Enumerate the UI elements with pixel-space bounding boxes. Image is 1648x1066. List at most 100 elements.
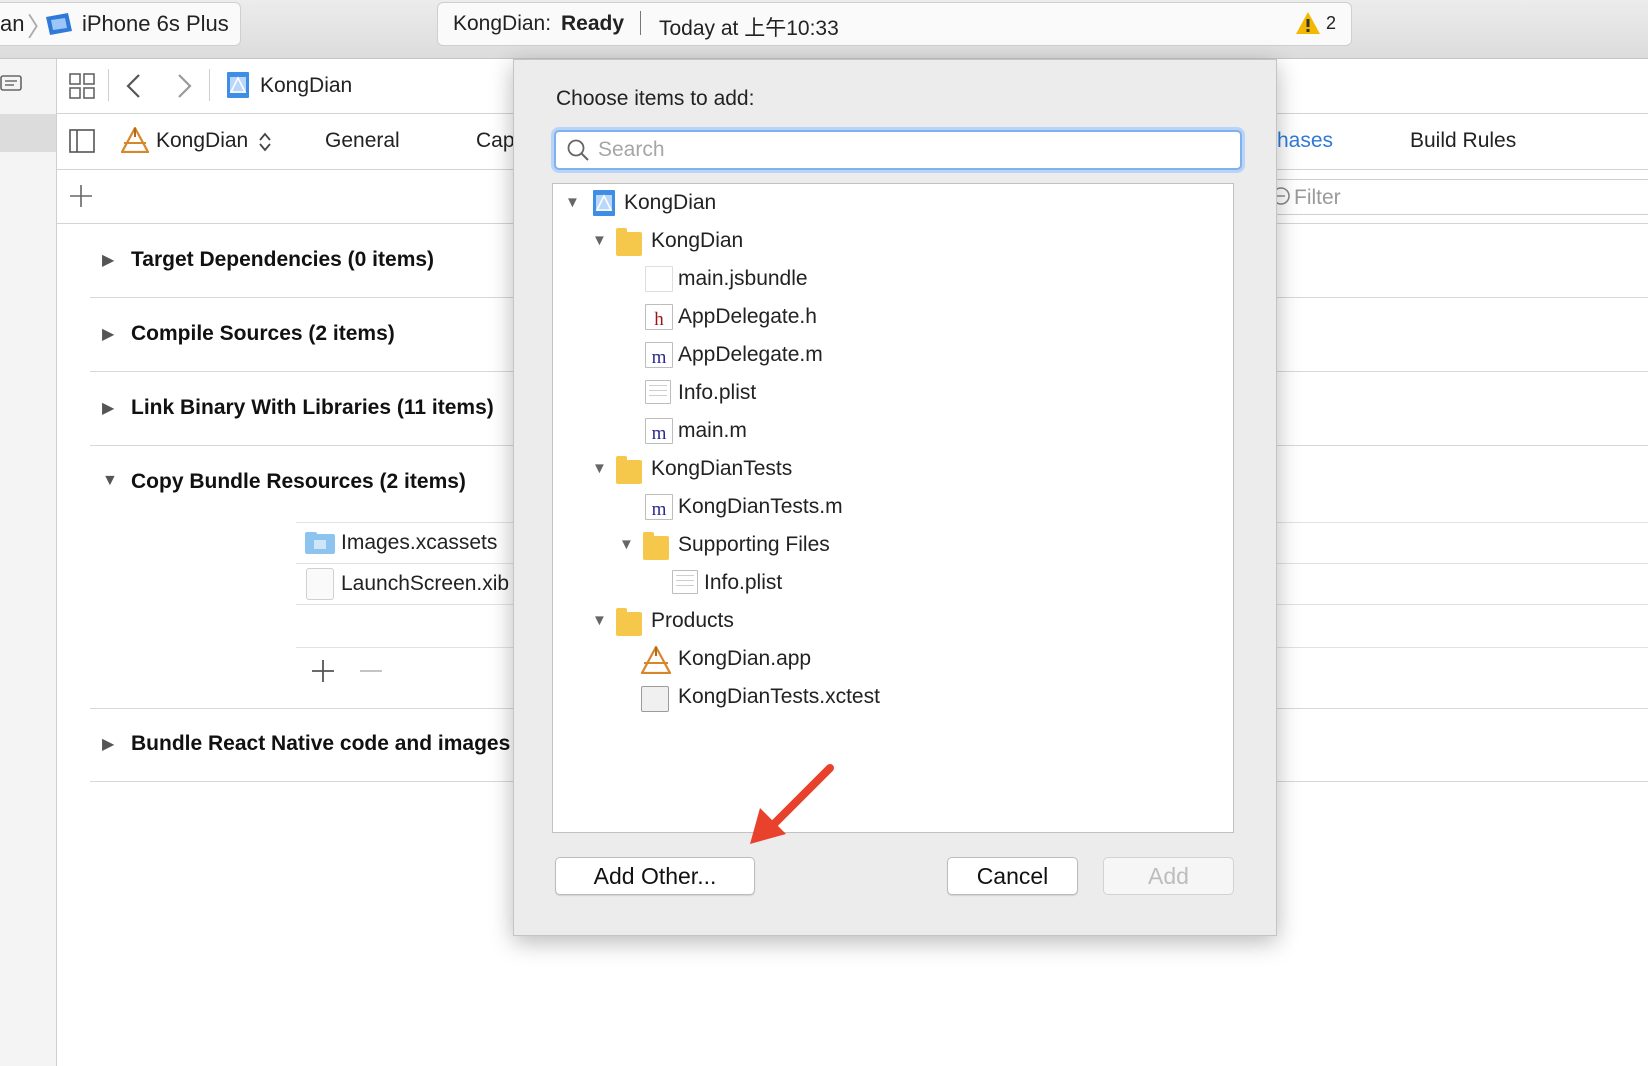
tree-node-file[interactable]: m KongDianTests.m [553,490,1231,526]
disclosure-right-icon[interactable]: ▶ [102,734,114,754]
tree-node-file[interactable]: KongDian.app [553,642,1231,678]
tree-label: KongDianTests [651,457,793,480]
search-icon [566,138,590,167]
implementation-file-icon: m [645,494,673,520]
warning-count[interactable]: 2 [1326,13,1336,34]
disclosure-right-icon[interactable]: ▶ [102,324,114,344]
cancel-button[interactable]: Cancel [947,857,1078,895]
window-toolbar: an 〉 iPhone 6s Plus KongDian: Ready Toda… [0,0,1648,59]
tree-label: KongDian [651,229,744,252]
remove-resource-minus-icon[interactable] [359,659,383,688]
status-state: Ready [561,12,625,35]
jump-bar-project[interactable]: KongDian [260,74,352,98]
xib-icon [306,568,334,600]
issue-comment-icon[interactable] [0,73,24,102]
add-button[interactable]: Add [1103,857,1234,895]
navigator-selection [0,114,56,152]
device-name: iPhone 6s Plus [82,11,229,36]
status-time: Today at 上午10:33 [659,17,839,40]
red-arrow-annotation [746,760,846,855]
app-target-icon [120,125,150,159]
disclosure-down-icon[interactable]: ▼ [619,536,634,553]
tree-node-group[interactable]: ▼ KongDian [553,224,1231,260]
plist-file-icon [645,380,671,404]
add-other-button[interactable]: Add Other... [555,857,755,895]
scheme-selector[interactable]: an 〉 iPhone 6s Plus [0,2,241,46]
plus-icon[interactable] [69,184,93,213]
tree-label: KongDian.app [678,647,812,670]
add-files-sheet: Choose items to add: Search ▼ KongDian ▼… [513,59,1277,936]
back-chevron-icon[interactable] [125,73,143,104]
project-file-icon [226,71,250,104]
tree-node-project[interactable]: ▼ KongDian [553,186,1231,222]
phase-label: Link Binary With Libraries (11 items) [131,396,494,419]
phase-label: Target Dependencies (0 items) [131,248,435,271]
resource-name: Images.xcassets [341,531,498,554]
tab-capabilities[interactable]: Cap [476,129,515,153]
tree-node-group[interactable]: ▼ Supporting Files [553,528,1231,564]
plist-file-icon [672,570,698,594]
tree-node-group[interactable]: ▼ Products [553,604,1231,640]
disclosure-right-icon[interactable]: ▶ [102,250,114,270]
tree-node-file[interactable]: m AppDelegate.m [553,338,1231,374]
folder-icon [616,228,642,256]
disclosure-right-icon[interactable]: ▶ [102,398,114,418]
tree-label: KongDianTests.m [678,495,843,518]
add-resource-plus-icon[interactable] [311,659,335,688]
tree-label: Info.plist [678,381,757,404]
file-tree[interactable]: ▼ KongDian ▼ KongDian main.jsbundle h Ap… [552,183,1234,833]
search-placeholder: Search [598,138,665,161]
tree-node-file[interactable]: Info.plist [553,376,1231,412]
tree-label: AppDelegate.m [678,343,823,366]
phase-label: Bundle React Native code and images [131,732,511,755]
status-divider [640,11,641,35]
implementation-file-icon: m [645,342,673,368]
updown-icon[interactable] [258,131,272,159]
tree-node-file[interactable]: main.jsbundle [553,262,1231,298]
generic-file-icon [645,266,673,292]
tree-node-file[interactable]: Info.plist [553,566,1231,602]
tree-node-file[interactable]: h AppDelegate.h [553,300,1231,336]
tree-label: KongDianTests.xctest [678,685,880,708]
target-selector[interactable]: KongDian [156,129,248,153]
xcassets-icon [305,532,335,560]
divider [209,69,210,101]
phase-label: Compile Sources (2 items) [131,322,395,345]
tree-node-group[interactable]: ▼ KongDianTests [553,452,1231,488]
tab-general[interactable]: General [325,129,400,153]
apple-device-icon [46,13,72,35]
tree-label: AppDelegate.h [678,305,817,328]
tab-build-rules[interactable]: Build Rules [1410,129,1516,153]
disclosure-down-icon[interactable]: ▼ [102,472,118,490]
folder-icon [616,456,642,484]
forward-chevron-icon[interactable] [175,73,193,104]
disclosure-down-icon[interactable]: ▼ [592,232,607,249]
dialog-title: Choose items to add: [556,87,755,110]
filter-input[interactable]: Filter [1266,179,1648,215]
xctest-icon [641,686,669,712]
tree-label: Info.plist [704,571,783,594]
tree-label: KongDian [624,191,717,214]
disclosure-down-icon[interactable]: ▼ [592,460,607,477]
folder-icon [643,532,669,560]
tree-node-file[interactable]: KongDianTests.xctest [553,680,1231,716]
grid-icon[interactable] [69,73,95,104]
search-input[interactable]: Search [554,130,1242,170]
filter-placeholder: Filter [1294,186,1341,209]
sidebar-toggle-icon[interactable] [69,129,95,159]
tab-build-phases[interactable]: hases [1277,129,1333,153]
warning-icon[interactable] [1295,11,1321,41]
activity-status: KongDian: Ready Today at 上午10:33 2 [437,2,1352,46]
header-file-icon: h [645,304,673,330]
tree-label: Products [651,609,734,632]
project-file-icon [592,189,618,216]
tree-label: main.m [678,419,747,442]
navigator-strip [0,59,57,1066]
tree-node-file[interactable]: m main.m [553,414,1231,450]
app-target-icon [640,644,672,675]
implementation-file-icon: m [645,418,673,444]
scheme-name: an [0,11,25,36]
disclosure-down-icon[interactable]: ▼ [565,194,580,211]
folder-icon [616,608,642,636]
disclosure-down-icon[interactable]: ▼ [592,612,607,629]
